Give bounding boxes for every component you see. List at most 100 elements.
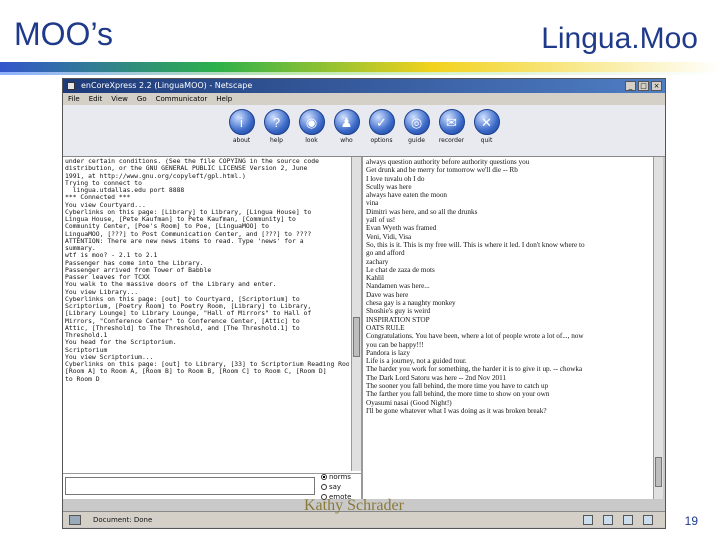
options-icon: ✓ xyxy=(368,109,395,135)
info-icon: i xyxy=(228,109,255,135)
command-row: norms say emote xyxy=(63,472,361,501)
guide-button[interactable]: ◎ guide xyxy=(402,109,432,144)
toolbar-label: help xyxy=(270,137,283,144)
guestbook-entry: INSPIRATION STOP xyxy=(366,315,430,324)
guide-icon: ◎ xyxy=(403,109,430,135)
maximize-button[interactable]: □ xyxy=(638,81,649,91)
guestbook-entry: The sooner you fall behind, the more tim… xyxy=(366,382,549,391)
guestbook-entry: Get drunk and be merry for tomorrow we'l… xyxy=(366,166,518,175)
radio-label: say xyxy=(329,483,342,491)
log-line: [Room A] to Room A, [Room B] to Room B, … xyxy=(65,367,327,376)
toolbar-label: about xyxy=(232,137,251,144)
minimize-button[interactable]: _ xyxy=(625,81,636,91)
quit-icon: ✕ xyxy=(473,109,500,135)
netscape-app-icon xyxy=(67,82,75,90)
header-rule-shadow xyxy=(0,72,720,75)
browser-titlebar: enCoreXpress 2.2 (LinguaMOO) - Netscape … xyxy=(63,79,665,93)
radio-norms[interactable]: norms xyxy=(321,472,351,482)
left-scrollbar[interactable] xyxy=(351,157,361,471)
slide-title: MOO’s xyxy=(14,16,113,52)
toolbar-label: guide xyxy=(408,137,425,144)
guestbook-entry: I love tuvalu oh I do xyxy=(366,174,425,183)
guestbook-entry: I'll be gone whatever what I was doing a… xyxy=(366,406,547,415)
guestbook-entry: Evan Wyeth was framed xyxy=(366,224,437,233)
log-line: ATTENTION: There are new news items to r… xyxy=(65,236,304,245)
toolbar-label: who xyxy=(340,137,353,144)
menu-file[interactable]: File xyxy=(68,93,80,105)
who-button[interactable]: ♟ who xyxy=(332,109,362,144)
web-pane: always question authority before authori… xyxy=(363,157,653,499)
security-icon[interactable] xyxy=(69,515,81,525)
guestbook-entry: you can be happy!!! xyxy=(366,340,424,349)
guestbook-list: always question authority before authori… xyxy=(366,158,651,498)
left-scrollbar-thumb[interactable] xyxy=(353,317,360,357)
menu-bar: File Edit View Go Communicator Help xyxy=(63,93,665,105)
mail-icon: ✉ xyxy=(438,109,465,135)
quit-button[interactable]: ✕ quit xyxy=(472,109,502,144)
right-scrollbar-thumb[interactable] xyxy=(655,457,662,487)
toolbar-label: quit xyxy=(480,137,493,144)
guestbook-entry: Nandamen was here... xyxy=(366,282,430,291)
guestbook-entry: Le chat de zaza de mots xyxy=(366,265,435,274)
guestbook-entry: vina xyxy=(366,199,379,208)
help-button[interactable]: ? help xyxy=(262,109,292,144)
recorder-button[interactable]: ✉ recorder xyxy=(437,109,467,144)
guestbook-entry: Shoshie's guy is weird xyxy=(366,307,431,316)
guestbook-entry: Kahlil xyxy=(366,274,384,283)
command-input[interactable] xyxy=(65,477,315,495)
slide-author: Kathy Schrader xyxy=(304,497,404,514)
toolbar-label: recorder xyxy=(438,137,465,144)
guestbook-entry: Dimitri was here, and so all the drunks xyxy=(366,207,478,216)
status-text: Document: Done xyxy=(93,516,153,524)
guestbook-entry: Scully was here xyxy=(366,182,412,191)
toolbar-label: options xyxy=(370,137,393,144)
slide-header-right: Lingua.Moo xyxy=(541,22,698,55)
menu-help[interactable]: Help xyxy=(216,93,232,105)
guestbook-entry: chesa gay is a naughty monkey xyxy=(366,299,456,308)
guestbook-entry: The Dark Lord Satoru was here -- 2nd Nov… xyxy=(366,373,507,382)
guestbook-entry: yall of us! xyxy=(366,216,396,225)
guestbook-entry: The farther you fall behind, the more ti… xyxy=(366,390,550,399)
options-button[interactable]: ✓ options xyxy=(367,109,397,144)
component-bar-icon[interactable] xyxy=(623,515,633,525)
radio-say[interactable]: say xyxy=(321,482,351,492)
guestbook-entry: Oyasumi nasai (Good Night!) xyxy=(366,398,452,407)
radio-dot[interactable] xyxy=(321,474,327,480)
guestbook-entry: So, this is it. This is my free will. Th… xyxy=(366,240,585,249)
moo-toolbar: i about ? help ◉ look ♟ who ✓ options ◎ … xyxy=(63,105,665,157)
close-button[interactable]: × xyxy=(651,81,662,91)
guestbook-entry: always question authority before authori… xyxy=(366,158,530,166)
log-line: Attic, [Threshold] to The Threshold, and… xyxy=(65,323,300,332)
composer-icon[interactable] xyxy=(643,515,653,525)
about-button[interactable]: i about xyxy=(227,109,257,144)
mail-status-icon[interactable] xyxy=(603,515,613,525)
moo-output-log: under certain conditions. (See the file … xyxy=(65,158,349,472)
guestbook-entry: The harder you work for something, the h… xyxy=(366,365,583,374)
radio-dot[interactable] xyxy=(321,484,327,490)
guestbook-entry: Dave was here xyxy=(366,290,409,299)
guestbook-entry: Pandora is lazy xyxy=(366,348,410,357)
window-title: enCoreXpress 2.2 (LinguaMOO) - Netscape xyxy=(81,81,253,90)
look-button[interactable]: ◉ look xyxy=(297,109,327,144)
moo-text-pane: under certain conditions. (See the file … xyxy=(63,157,363,501)
look-icon: ◉ xyxy=(298,109,325,135)
help-icon: ? xyxy=(263,109,290,135)
log-line: to Room D xyxy=(65,374,100,383)
header-rule xyxy=(0,62,720,72)
menu-go[interactable]: Go xyxy=(137,93,147,105)
radio-label: norms xyxy=(329,473,351,481)
guestbook-entry: zachary xyxy=(366,257,389,266)
browser-window: enCoreXpress 2.2 (LinguaMOO) - Netscape … xyxy=(62,78,666,529)
menu-edit[interactable]: Edit xyxy=(89,93,103,105)
moo-content: under certain conditions. (See the file … xyxy=(63,157,665,501)
guestbook-entry: Veni, Vidi, Visa xyxy=(366,232,412,241)
toolbar-label: look xyxy=(305,137,318,144)
guestbook-entry: go and afford xyxy=(366,249,405,258)
menu-view[interactable]: View xyxy=(111,93,128,105)
network-icon xyxy=(583,515,593,525)
menu-communicator[interactable]: Communicator xyxy=(156,93,208,105)
guestbook-entry: OATS RULE xyxy=(366,323,405,332)
right-scrollbar[interactable] xyxy=(653,157,663,499)
window-controls: _ □ × xyxy=(625,81,662,91)
log-line: You head for the Scriptorium. xyxy=(65,338,177,347)
